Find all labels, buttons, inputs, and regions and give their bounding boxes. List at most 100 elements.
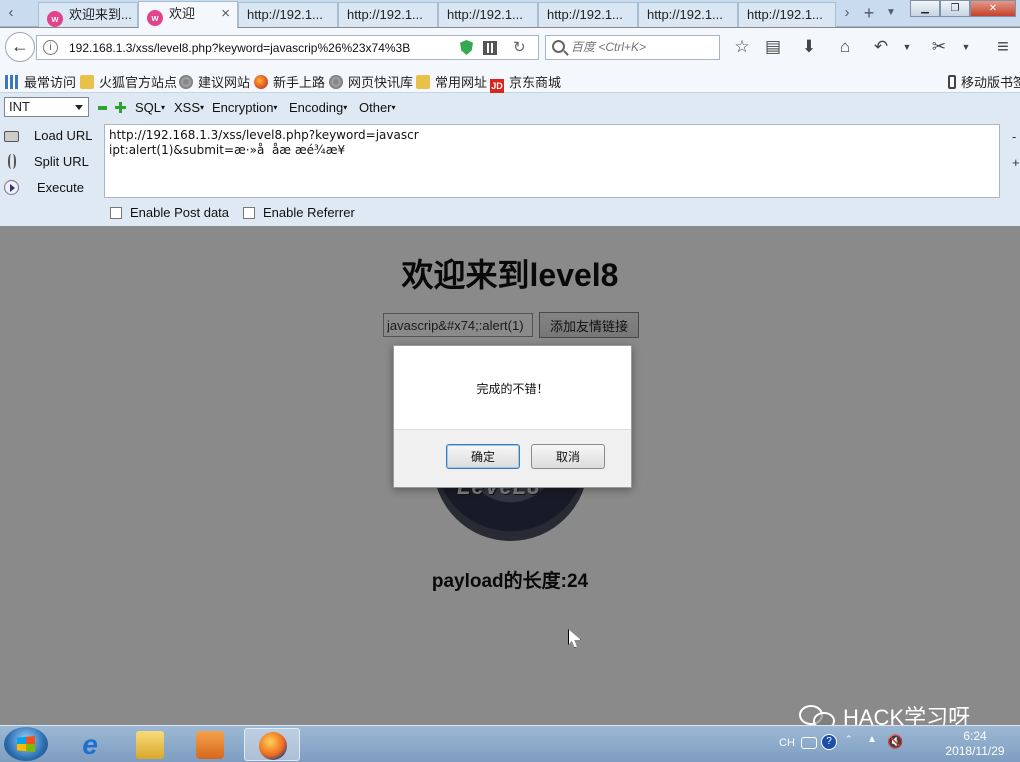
undo-chevron-down-icon[interactable]: ▼ [896, 36, 918, 58]
split-url-button[interactable]: Split URL [4, 152, 94, 174]
bookmark-mobile[interactable]: 移动版书签 [948, 72, 1020, 91]
hackbar-type-select[interactable]: INT [4, 97, 89, 117]
info-icon[interactable]: i [43, 40, 58, 55]
grid-icon [5, 75, 19, 89]
hamburger-menu-icon[interactable]: ≡ [992, 36, 1014, 58]
tab-scroll-right-icon[interactable]: › [836, 0, 858, 27]
menu-xss[interactable]: XSS▾ [174, 100, 204, 115]
back-arrow-icon[interactable]: ← [5, 32, 35, 62]
minimize-icon[interactable]: ▁ [910, 0, 940, 17]
help-icon[interactable]: ? [821, 734, 837, 750]
globe-icon [329, 75, 343, 89]
url-text[interactable]: 192.168.1.3/xss/level8.php?keyword=javas… [69, 41, 469, 55]
site-favicon-icon: w [47, 11, 63, 27]
firefox-icon [259, 732, 287, 760]
bookmark-web-slices[interactable]: 网页快讯库 [329, 72, 413, 91]
taskbar-firefox[interactable] [244, 728, 300, 761]
enable-referrer-checkbox[interactable]: Enable Referrer [243, 205, 355, 220]
execute-button[interactable]: Execute [4, 178, 94, 200]
dialog-cancel-button[interactable]: 取消 [531, 444, 605, 469]
load-url-icon [4, 131, 19, 142]
bookmarks-bar: 最常访问 火狐官方站点 建议网站 新手上路 网页快讯库 常用网址 JD 京东商城 … [0, 66, 1020, 93]
firefox-icon [254, 75, 268, 89]
url-bar[interactable]: i 192.168.1.3/xss/level8.php?keyword=jav… [36, 35, 539, 60]
tab-strip: ‹ w 欢迎来到... w 欢迎 × http://192.1... http://… [0, 0, 1020, 28]
chevron-down-icon: ▾ [391, 103, 396, 112]
tab-list-chevron-down-icon[interactable]: ▼ [880, 0, 902, 27]
windows-logo-icon [17, 736, 35, 752]
tab-scroll-left-icon[interactable]: ‹ [0, 0, 22, 27]
volume-muted-icon[interactable]: 🔇 [887, 734, 903, 750]
screenshot-icon[interactable]: ✂ [928, 36, 950, 58]
tab-8[interactable]: http://192.1... [738, 2, 836, 27]
dialog-message: 完成的不错！ [476, 382, 549, 396]
dialog-footer: 确定 取消 [394, 429, 631, 487]
minus-icon[interactable] [98, 106, 107, 110]
grow-textarea-icon[interactable]: + [1012, 155, 1020, 170]
search-box[interactable] [545, 35, 720, 60]
bookmark-star-icon[interactable]: ☆ [731, 36, 753, 58]
home-icon[interactable]: ⌂ [834, 36, 856, 58]
show-hidden-icons-icon[interactable]: ▲ [867, 734, 883, 750]
dialog-ok-button[interactable]: 确定 [446, 444, 520, 469]
screenshot-chevron-down-icon[interactable]: ▼ [955, 36, 977, 58]
bookmark-getting-started[interactable]: 新手上路 [254, 72, 325, 91]
qr-code-icon[interactable] [483, 41, 497, 55]
close-window-icon[interactable]: ✕ [970, 0, 1016, 17]
chevron-down-icon: ▾ [200, 103, 205, 112]
chevron-down-icon: ▾ [161, 103, 166, 112]
enable-post-checkbox[interactable]: Enable Post data [110, 205, 229, 220]
search-input[interactable] [571, 40, 711, 54]
shrink-textarea-icon[interactable]: - [1012, 129, 1016, 144]
search-icon [552, 40, 565, 53]
tab-4[interactable]: http://192.1... [338, 2, 438, 27]
windows-taskbar: e CH ? ⌃ ▲ 🔇 6:24 2018/11/29 [0, 725, 1020, 762]
clock[interactable]: 6:24 2018/11/29 [935, 729, 1015, 759]
bookmark-firefox-official[interactable]: 火狐官方站点 [80, 72, 177, 91]
undo-icon[interactable]: ↶ [870, 36, 892, 58]
play-icon [4, 180, 19, 195]
taskbar-file-explorer[interactable] [122, 728, 178, 761]
folder-icon [416, 75, 430, 89]
maximize-icon[interactable]: ❐ [940, 0, 970, 17]
menu-other[interactable]: Other▾ [359, 100, 396, 115]
input-language-indicator[interactable]: CH [779, 737, 795, 749]
phone-icon [948, 75, 956, 89]
menu-encryption[interactable]: Encryption▾ [212, 100, 277, 115]
new-tab-icon[interactable]: + [858, 0, 880, 27]
tab-5[interactable]: http://192.1... [438, 2, 538, 27]
window-controls: ▁ ❐ ✕ [910, 0, 1016, 18]
load-url-button[interactable]: Load URL [4, 126, 94, 148]
tray-options-icon[interactable]: ⌃ [845, 734, 861, 750]
hackbar-panel: INT SQL▾ XSS▾ Encryption▾ Encoding▾ Othe… [0, 93, 1020, 226]
download-icon[interactable]: ⬇ [798, 36, 820, 58]
alert-dialog: 完成的不错！ 确定 取消 [393, 345, 632, 488]
bookmark-jd-mall[interactable]: JD 京东商城 [490, 72, 561, 93]
menu-sql[interactable]: SQL▾ [135, 100, 165, 115]
globe-icon [179, 75, 193, 89]
bookmark-common-urls[interactable]: 常用网址 [416, 72, 487, 91]
tab-1[interactable]: w 欢迎来到... [38, 2, 138, 27]
keyboard-icon[interactable] [801, 737, 817, 749]
checkbox-icon [110, 207, 122, 219]
menu-encoding[interactable]: Encoding▾ [289, 100, 347, 115]
taskbar-internet-explorer[interactable]: e [62, 728, 118, 761]
start-button[interactable] [4, 727, 48, 761]
folder-icon [136, 731, 164, 759]
reading-list-icon[interactable]: ▤ [762, 36, 784, 58]
tab-6[interactable]: http://192.1... [538, 2, 638, 27]
tab-7[interactable]: http://192.1... [638, 2, 738, 27]
media-player-icon [196, 731, 224, 759]
tab-3[interactable]: http://192.1... [238, 2, 338, 27]
hackbar-url-textarea[interactable]: http://192.168.1.3/xss/level8.php?keywor… [104, 124, 1000, 198]
plus-icon[interactable] [115, 102, 126, 113]
bookmark-suggested-sites[interactable]: 建议网站 [179, 72, 250, 91]
taskbar-media-player[interactable] [182, 728, 238, 761]
scissors-icon [8, 154, 16, 169]
tab-2-active[interactable]: w 欢迎 × [138, 1, 238, 28]
tab-close-icon[interactable]: × [221, 2, 230, 25]
folder-icon [80, 75, 94, 89]
reload-icon[interactable]: ↻ [513, 38, 526, 56]
bookmark-most-visited[interactable]: 最常访问 [5, 72, 76, 91]
system-tray: CH ? ⌃ ▲ 🔇 6:24 2018/11/29 [775, 726, 1020, 762]
